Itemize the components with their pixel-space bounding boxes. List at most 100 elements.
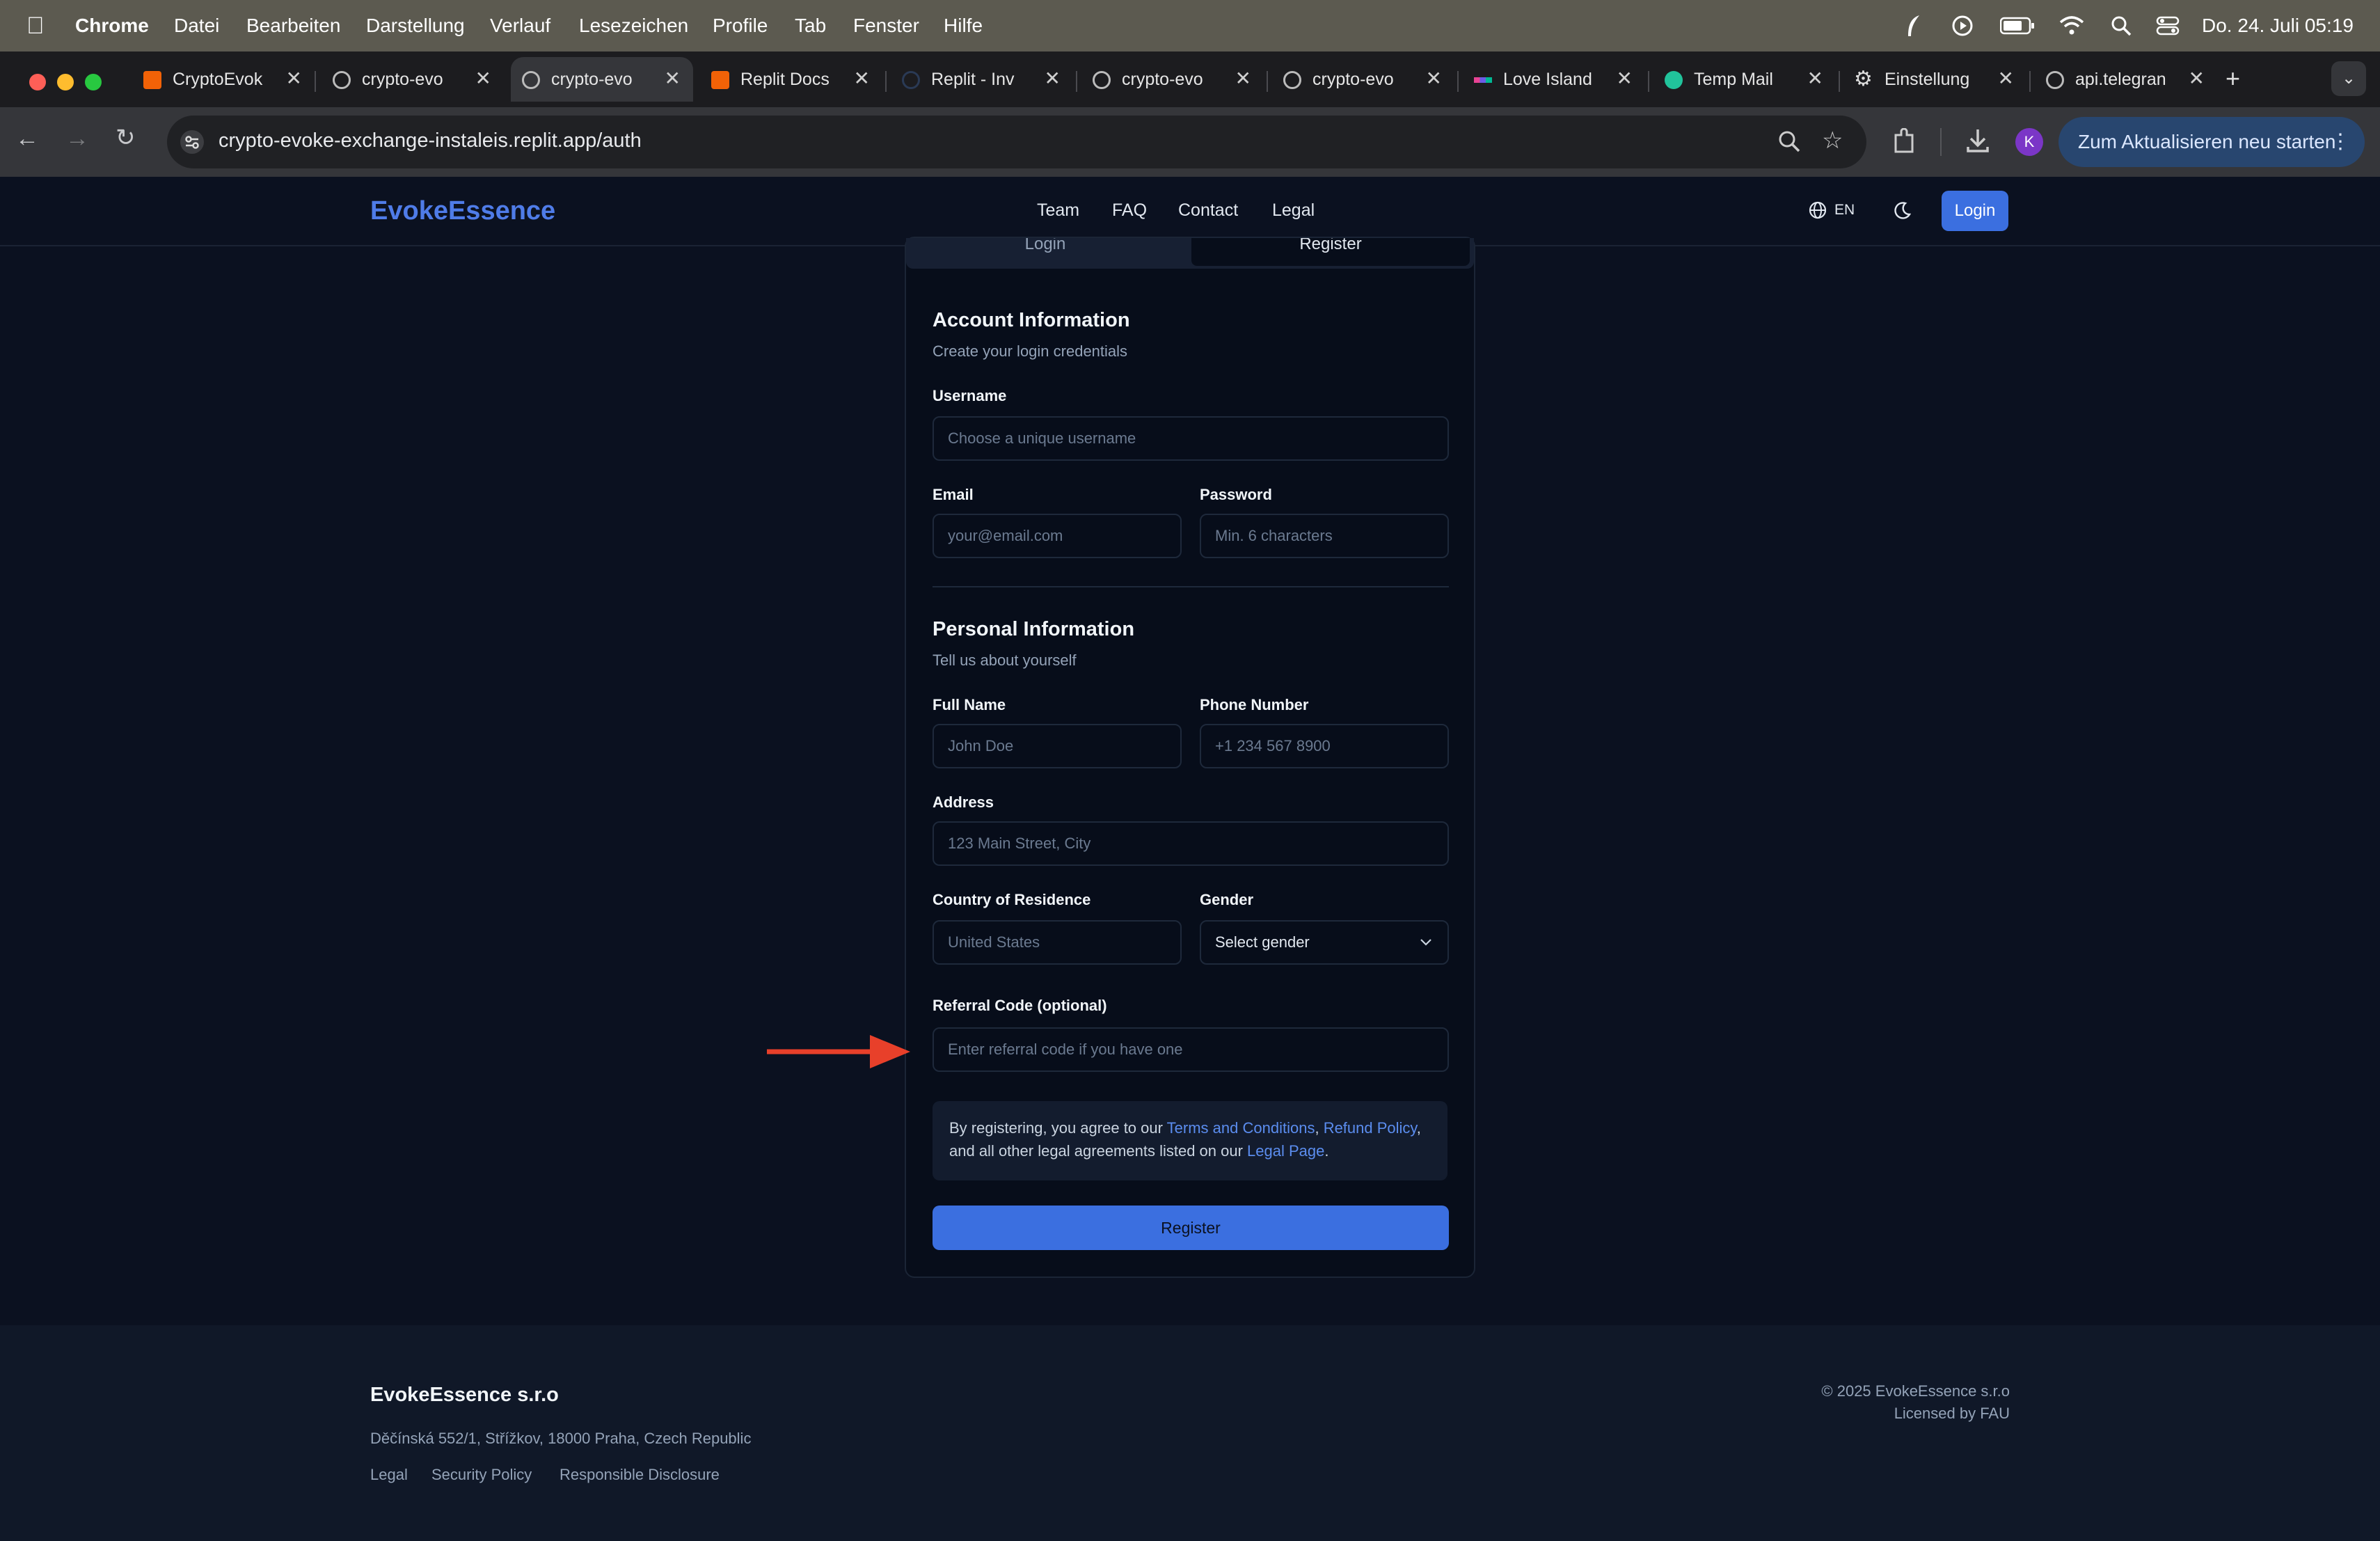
bookmark-star-icon[interactable]: ☆ bbox=[1822, 127, 1843, 155]
tab-register[interactable]: Register bbox=[1191, 238, 1470, 266]
username-input[interactable]: Choose a unique username bbox=[933, 416, 1449, 461]
tab-title: api.telegran bbox=[2075, 70, 2166, 89]
control-center-icon[interactable] bbox=[2156, 15, 2180, 36]
close-tab-icon[interactable]: ✕ bbox=[475, 67, 491, 90]
password-label: Password bbox=[1200, 486, 1272, 503]
menu-profile[interactable]: Profile bbox=[713, 0, 768, 52]
spotlight-search-icon[interactable] bbox=[2110, 15, 2132, 37]
tab-title: CryptoEvok bbox=[173, 70, 263, 89]
close-tab-icon[interactable]: ✕ bbox=[854, 67, 870, 90]
kebab-menu-icon[interactable]: ⋮ bbox=[2330, 117, 2351, 167]
apple-icon[interactable]:  bbox=[26, 0, 45, 52]
update-restart-button[interactable]: Zum Aktualisieren neu starten ⋮ bbox=[2058, 117, 2365, 167]
menu-fenster[interactable]: Fenster bbox=[853, 0, 919, 52]
browser-tab[interactable]: Replit - Inv ✕ bbox=[891, 57, 1073, 102]
window-minimize-button[interactable] bbox=[57, 74, 74, 90]
refund-policy-link[interactable]: Refund Policy bbox=[1324, 1119, 1417, 1137]
footer-link-legal[interactable]: Legal bbox=[370, 1466, 408, 1484]
site-settings-icon[interactable] bbox=[180, 129, 205, 155]
close-tab-icon[interactable]: ✕ bbox=[1998, 67, 2014, 90]
menu-datei[interactable]: Datei bbox=[174, 0, 219, 52]
gender-select[interactable]: Select gender bbox=[1200, 920, 1449, 965]
terms-link[interactable]: Terms and Conditions bbox=[1167, 1119, 1315, 1137]
language-code: EN bbox=[1834, 202, 1855, 218]
browser-tab[interactable]: crypto-evo ✕ bbox=[322, 57, 504, 102]
window-close-button[interactable] bbox=[29, 74, 46, 90]
country-input[interactable]: United States bbox=[933, 920, 1182, 965]
fullname-label: Full Name bbox=[933, 696, 1006, 713]
close-tab-icon[interactable]: ✕ bbox=[1235, 67, 1251, 90]
browser-tab[interactable]: Temp Mail ✕ bbox=[1653, 57, 1836, 102]
header-login-button[interactable]: Login bbox=[1942, 191, 2008, 231]
address-input[interactable]: 123 Main Street, City bbox=[933, 821, 1449, 866]
back-icon[interactable]: ← bbox=[15, 125, 39, 152]
download-icon[interactable] bbox=[1965, 127, 1990, 155]
menu-lesezeichen[interactable]: Lesezeichen bbox=[579, 0, 688, 52]
tab-search-icon[interactable]: ⌄ bbox=[2331, 61, 2366, 96]
close-tab-icon[interactable]: ✕ bbox=[2189, 67, 2205, 90]
password-input[interactable]: Min. 6 characters bbox=[1200, 514, 1449, 558]
brand-logo[interactable]: EvokeEssence bbox=[370, 196, 555, 226]
url-text[interactable]: crypto-evoke-exchange-instaleis.replit.a… bbox=[219, 129, 642, 152]
tab-title: Replit - Inv bbox=[931, 70, 1015, 89]
close-tab-icon[interactable]: ✕ bbox=[1045, 67, 1061, 90]
dots-icon bbox=[1474, 77, 1492, 83]
browser-tab[interactable]: crypto-evo ✕ bbox=[1081, 57, 1264, 102]
register-button[interactable]: Register bbox=[933, 1206, 1449, 1250]
footer-copyright: © 2025 EvokeEssence s.r.o bbox=[1821, 1382, 2010, 1400]
wifi-icon[interactable] bbox=[2058, 15, 2085, 36]
site-header: EvokeEssence Team FAQ Contact Legal EN L… bbox=[0, 177, 2380, 246]
menu-app-name[interactable]: Chrome bbox=[75, 0, 149, 52]
nav-team[interactable]: Team bbox=[1037, 200, 1079, 221]
legal-page-link[interactable]: Legal Page bbox=[1247, 1142, 1324, 1160]
macos-menubar:  Chrome Datei Bearbeiten Darstellung Ve… bbox=[0, 0, 2380, 52]
footer-link-responsible-disclosure[interactable]: Responsible Disclosure bbox=[560, 1466, 720, 1484]
close-tab-icon[interactable]: ✕ bbox=[1617, 67, 1633, 90]
update-label: Zum Aktualisieren neu starten bbox=[2078, 131, 2336, 152]
menu-tab[interactable]: Tab bbox=[795, 0, 826, 52]
browser-tab[interactable]: crypto-evo ✕ bbox=[1272, 57, 1454, 102]
browser-tab[interactable]: Replit Docs ✕ bbox=[700, 57, 882, 102]
browser-tab[interactable]: Love Island ✕ bbox=[1463, 57, 1645, 102]
close-tab-icon[interactable]: ✕ bbox=[286, 67, 302, 90]
new-tab-icon[interactable]: + bbox=[2226, 64, 2240, 93]
profile-avatar[interactable]: K bbox=[2015, 128, 2043, 156]
nav-legal[interactable]: Legal bbox=[1272, 200, 1315, 221]
personal-section-subtitle: Tell us about yourself bbox=[933, 651, 1077, 669]
phone-input[interactable]: +1 234 567 8900 bbox=[1200, 724, 1449, 768]
browser-tab-active[interactable]: crypto-evo ✕ bbox=[511, 57, 693, 102]
referral-code-input[interactable]: Enter referral code if you have one bbox=[933, 1027, 1449, 1072]
extensions-icon[interactable] bbox=[1891, 128, 1917, 155]
close-tab-icon[interactable]: ✕ bbox=[1807, 67, 1823, 90]
menubar-clock[interactable]: Do. 24. Juli 05:19 bbox=[2202, 0, 2354, 52]
zoom-icon[interactable] bbox=[1777, 129, 1801, 153]
footer-address: Děčínská 552/1, Střížkov, 18000 Praha, C… bbox=[370, 1430, 752, 1447]
reload-icon[interactable]: ↻ bbox=[116, 124, 136, 152]
nav-contact[interactable]: Contact bbox=[1178, 200, 1238, 221]
browser-tab[interactable]: CryptoEvok ✕ bbox=[132, 57, 315, 102]
feather-status-icon[interactable] bbox=[1904, 14, 1923, 38]
media-play-icon[interactable] bbox=[1951, 15, 1974, 37]
phone-label: Phone Number bbox=[1200, 696, 1309, 713]
forward-icon[interactable]: → bbox=[65, 125, 89, 152]
dark-mode-toggle-icon[interactable] bbox=[1891, 200, 1912, 221]
address-bar[interactable]: crypto-evoke-exchange-instaleis.replit.a… bbox=[167, 116, 1866, 168]
nav-faq[interactable]: FAQ bbox=[1112, 200, 1147, 221]
menu-bearbeiten[interactable]: Bearbeiten bbox=[246, 0, 340, 52]
close-tab-icon[interactable]: ✕ bbox=[1426, 67, 1442, 90]
tab-title: Replit Docs bbox=[740, 70, 830, 89]
footer-link-security-policy[interactable]: Security Policy bbox=[431, 1466, 532, 1484]
close-tab-icon[interactable]: ✕ bbox=[665, 67, 681, 90]
tab-login[interactable]: Login bbox=[906, 238, 1184, 266]
email-input[interactable]: your@email.com bbox=[933, 514, 1182, 558]
battery-icon[interactable] bbox=[2000, 17, 2035, 35]
browser-tab[interactable]: ⚙ Einstellung ✕ bbox=[1844, 57, 2026, 102]
globe-icon bbox=[522, 71, 540, 89]
terms-notice: By registering, you agree to our Terms a… bbox=[933, 1101, 1447, 1180]
menu-verlauf[interactable]: Verlauf bbox=[490, 0, 550, 52]
browser-tab[interactable]: api.telegran ✕ bbox=[2035, 57, 2217, 102]
menu-hilfe[interactable]: Hilfe bbox=[944, 0, 983, 52]
fullname-input[interactable]: John Doe bbox=[933, 724, 1182, 768]
window-zoom-button[interactable] bbox=[85, 74, 102, 90]
menu-darstellung[interactable]: Darstellung bbox=[366, 0, 465, 52]
